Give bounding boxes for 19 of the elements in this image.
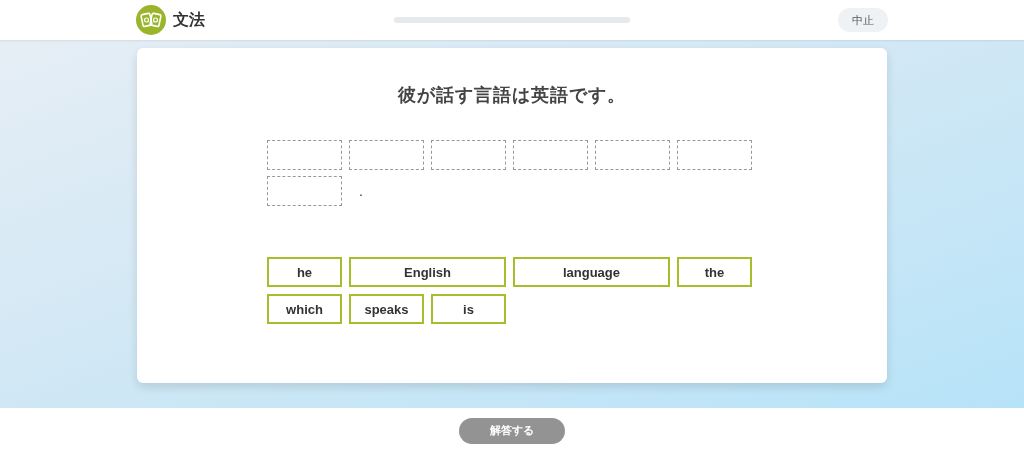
answer-slot[interactable] (677, 140, 752, 170)
answer-slot[interactable] (595, 140, 670, 170)
word-chip[interactable]: which (267, 294, 342, 324)
quit-button[interactable]: 中止 (838, 8, 888, 32)
answer-slot[interactable] (267, 140, 342, 170)
word-chip[interactable]: language (513, 257, 670, 287)
answer-slot[interactable] (431, 140, 506, 170)
section-title: 文法 (173, 9, 205, 30)
word-chip[interactable]: English (349, 257, 506, 287)
answer-slot[interactable] (349, 140, 424, 170)
word-chip[interactable]: is (431, 294, 506, 324)
answer-slot[interactable] (267, 176, 342, 206)
word-chip[interactable]: the (677, 257, 752, 287)
word-chip[interactable]: speaks (349, 294, 424, 324)
logo-icon (136, 5, 166, 35)
question-prompt: 彼が話す言語は英語です。 (398, 84, 626, 107)
word-chip[interactable]: he (267, 257, 342, 287)
sentence-period: . (358, 182, 364, 201)
answer-slot[interactable] (513, 140, 588, 170)
